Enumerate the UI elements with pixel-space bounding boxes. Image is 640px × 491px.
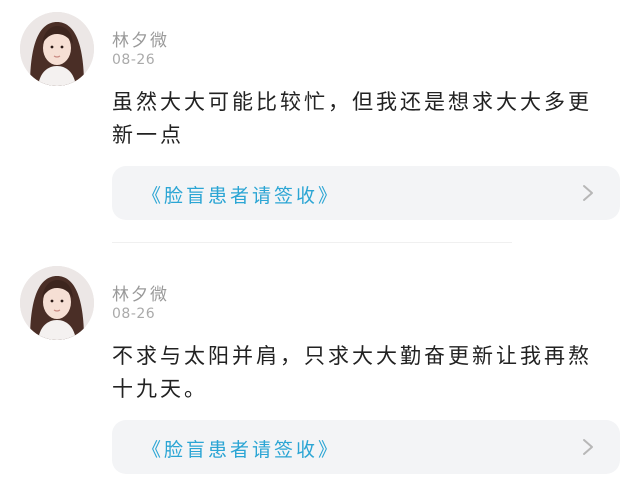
quoted-book-title: 《脸盲患者请签收》 — [142, 185, 341, 207]
username[interactable]: 林夕微 — [112, 26, 169, 51]
comment-date: 08-26 — [112, 306, 156, 322]
avatar[interactable] — [20, 12, 94, 86]
quoted-book-title: 《脸盲患者请签收》 — [142, 439, 341, 461]
avatar[interactable] — [20, 266, 94, 340]
user-avatar-icon — [20, 266, 94, 340]
chevron-right-icon — [583, 439, 593, 455]
quoted-book-card[interactable]: 《脸盲患者请签收》 — [112, 166, 620, 220]
username[interactable]: 林夕微 — [112, 280, 169, 305]
user-avatar-icon — [20, 12, 94, 86]
quoted-book-card[interactable]: 《脸盲患者请签收》 — [112, 420, 620, 474]
comment-text: 虽然大大可能比较忙，但我还是想求大大多更新一点 — [112, 90, 592, 147]
comment-divider — [112, 242, 512, 243]
comment-text: 不求与太阳并肩，只求大大勤奋更新让我再熬十九天。 — [112, 344, 592, 401]
comment-date: 08-26 — [112, 52, 156, 68]
chevron-right-icon — [583, 185, 593, 201]
